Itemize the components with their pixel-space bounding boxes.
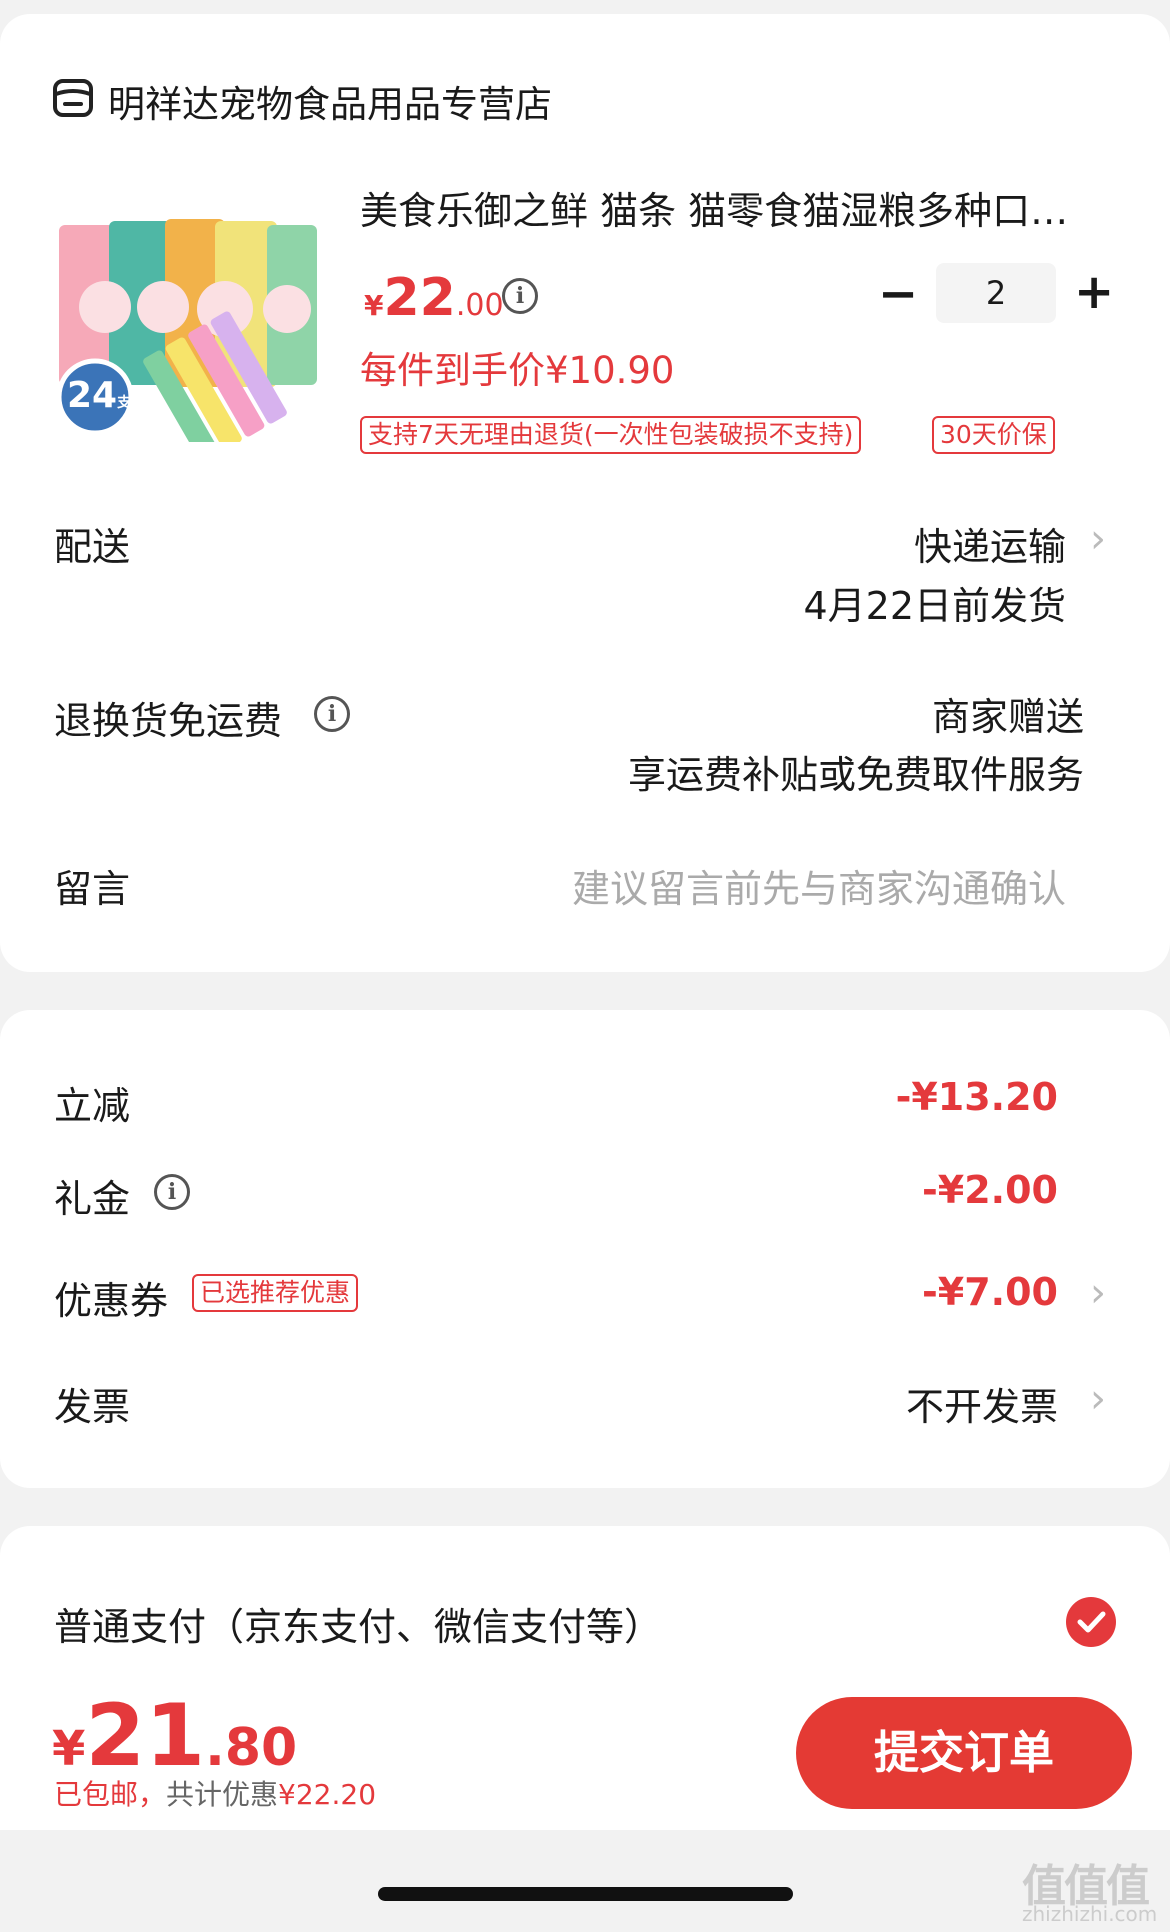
instant-discount-label: 立减 (54, 1084, 131, 1128)
gift-money-value: -¥2.00 (922, 1168, 1058, 1212)
delivery-method[interactable]: 快递运输 (914, 516, 1066, 571)
return-shipping-label: 退换货免运费 (54, 699, 283, 743)
gift-money-label: 礼金 (54, 1177, 131, 1221)
store-icon (52, 78, 94, 118)
delivery-label: 配送 (54, 525, 131, 569)
payment-option-label[interactable]: 普通支付（京东支付、微信支付等） (54, 1596, 662, 1651)
unit-price: 每件到手价¥10.90 (360, 349, 675, 392)
quantity-plus-button[interactable]: + (1074, 268, 1114, 316)
price-protection-tag: 30天价保 (932, 416, 1055, 454)
total-summary: 已包邮，共计优惠¥22.20 (54, 1773, 376, 1813)
coupon-value[interactable]: -¥7.00 (922, 1270, 1058, 1314)
check-icon[interactable] (1066, 1597, 1116, 1647)
product-price: ¥22.00 (364, 268, 504, 328)
chevron-right-icon[interactable]: › (1090, 1270, 1106, 1316)
return-shipping-desc: 享运费补贴或免费取件服务 (627, 753, 1084, 797)
home-indicator[interactable] (378, 1887, 793, 1901)
store-name[interactable]: 明祥达宠物食品用品专营店 (108, 74, 552, 128)
chevron-right-icon[interactable]: › (1090, 1376, 1106, 1422)
order-item-card (0, 14, 1170, 972)
quantity-input[interactable]: 2 (936, 263, 1056, 323)
product-image[interactable]: 24支 (55, 217, 320, 463)
price-info-icon[interactable]: i (502, 278, 538, 314)
coupon-label: 优惠券 (54, 1279, 169, 1323)
quantity-minus-button[interactable]: − (878, 270, 918, 318)
gift-money-info-icon[interactable]: i (154, 1174, 190, 1210)
shipping-note: 已包邮， (54, 1778, 167, 1811)
product-title[interactable]: 美食乐御之鲜 猫条 猫零食猫湿粮多种口… (360, 180, 1100, 235)
submit-order-button[interactable]: 提交订单 (796, 1697, 1132, 1809)
invoice-label: 发票 (54, 1385, 131, 1429)
watermark-url: zhizhizhi.com (1022, 1902, 1158, 1926)
coupon-tag: 已选推荐优惠 (192, 1274, 359, 1312)
delivery-date: 4月22日前发货 (803, 584, 1066, 628)
return-policy-tag: 支持7天无理由退货(一次性包装破损不支持) (360, 416, 862, 454)
instant-discount-value: -¥13.20 (895, 1075, 1058, 1119)
chevron-right-icon[interactable]: › (1090, 516, 1106, 562)
message-label: 留言 (54, 867, 131, 911)
return-shipping-info-icon[interactable]: i (314, 696, 350, 732)
total-price: ¥21.80 (52, 1686, 298, 1786)
saving-prefix: 共计优惠 (166, 1778, 279, 1811)
return-shipping-provider: 商家赠送 (931, 695, 1084, 739)
invoice-value[interactable]: 不开发票 (906, 1376, 1058, 1431)
saving-value: ¥22.20 (278, 1778, 377, 1811)
quantity-badge: 24支 (67, 375, 132, 416)
message-input[interactable]: 建议留言前先与商家沟通确认 (572, 858, 1066, 913)
